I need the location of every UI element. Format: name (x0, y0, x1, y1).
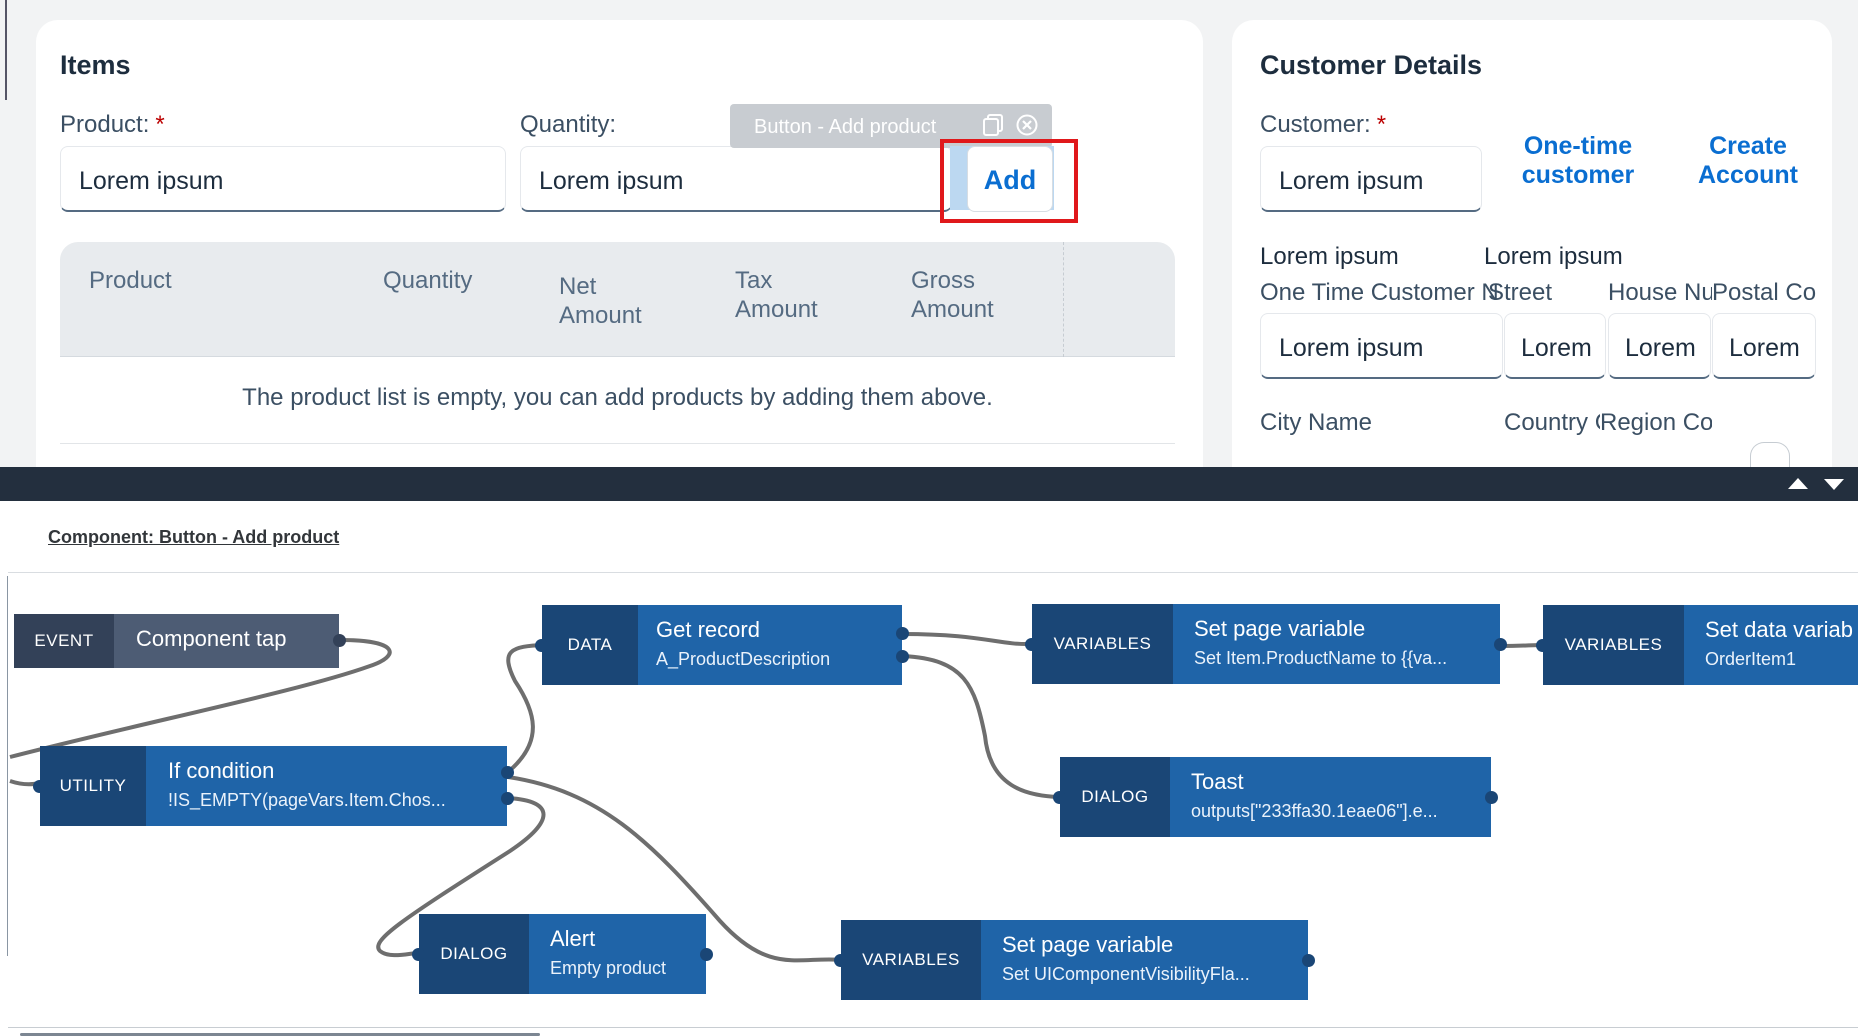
node-input-port[interactable] (834, 954, 847, 967)
node-subtitle: Empty product (550, 958, 667, 978)
customer-text-1: Lorem ipsum (1260, 243, 1399, 270)
event-node-component-tap[interactable]: EVENT Component tap (14, 614, 346, 668)
customer-text-2: Lorem ipsum (1484, 243, 1623, 270)
one-time-customer-name-input[interactable]: Lorem ipsum (1260, 313, 1503, 379)
logic-bottom-separator (8, 1027, 1858, 1028)
node-output-port[interactable] (700, 948, 713, 961)
wire-if-to-getrecord (506, 643, 546, 774)
node-title: Set data variab (1705, 617, 1853, 642)
required-mark: * (155, 111, 165, 138)
country-code-label: Country C (1504, 409, 1600, 436)
node-category: UTILITY (40, 746, 146, 826)
house-number-input[interactable]: Lorem (1608, 313, 1711, 379)
quantity-label: Quantity: (520, 111, 617, 138)
node-input-port[interactable] (535, 639, 548, 652)
node-output-port[interactable] (501, 792, 514, 805)
product-table-header: Product Quantity Net Amount Tax Amount G… (60, 242, 1175, 357)
data-node-get-record[interactable]: DATA Get record A_ProductDescription (535, 605, 909, 685)
product-label-text: Product: (60, 111, 150, 138)
node-title: Get record (656, 617, 760, 642)
node-output-port[interactable] (501, 766, 514, 779)
street-label: Street (1488, 279, 1553, 306)
street-input[interactable]: Lorem (1504, 313, 1606, 379)
table-row-separator (60, 443, 1175, 444)
col-gross-amount: Gross Amount (911, 267, 994, 323)
postal-code-label: Postal Co (1712, 279, 1816, 306)
node-subtitle: A_ProductDescription (656, 649, 831, 669)
quantity-input[interactable]: Lorem ipsum (520, 146, 952, 212)
logic-editor-panel: Component: Button - Add product EVENT Co… (0, 501, 1858, 1036)
node-category: VARIABLES (1032, 604, 1173, 684)
node-category: DIALOG (419, 914, 529, 994)
arrow-up-icon[interactable] (1788, 478, 1808, 489)
node-title: Alert (550, 926, 596, 951)
copy-icon[interactable] (982, 114, 1006, 136)
node-category: EVENT (14, 614, 114, 668)
product-label: Product: * (60, 111, 165, 139)
node-subtitle: Set Item.ProductName to {{va... (1194, 648, 1448, 668)
close-circle-icon[interactable] (1016, 114, 1038, 136)
city-name-label: City Name (1260, 409, 1373, 436)
col-net-amount: Net Amount (559, 273, 642, 329)
col-product: Product (89, 267, 172, 294)
node-output-port[interactable] (1485, 791, 1498, 804)
create-account-link[interactable]: Create Account (1680, 132, 1816, 190)
node-input-port[interactable] (1536, 639, 1549, 652)
node-subtitle: !IS_EMPTY(pageVars.Item.Chos... (168, 790, 446, 810)
value-help-button[interactable] (1750, 442, 1790, 467)
arrow-down-icon[interactable] (1824, 479, 1844, 490)
node-category: VARIABLES (1543, 605, 1684, 685)
node-title: Toast (1191, 769, 1244, 794)
col-actions (1063, 242, 1175, 357)
customer-input[interactable]: Lorem ipsum (1260, 146, 1482, 212)
items-title: Items (60, 50, 131, 80)
node-output-port[interactable] (1494, 638, 1507, 651)
node-output-port[interactable] (896, 650, 909, 663)
node-input-port[interactable] (1053, 791, 1066, 804)
node-category: DATA (542, 605, 638, 685)
col-tax-amount: Tax Amount (735, 267, 818, 323)
node-title: Component tap (136, 626, 287, 651)
one-time-customer-link[interactable]: One-time customer (1508, 132, 1648, 190)
product-input[interactable]: Lorem ipsum (60, 146, 506, 212)
variables-node-set-visibility-variable[interactable]: VARIABLES Set page variable Set UICompon… (834, 920, 1315, 1000)
node-input-port[interactable] (33, 780, 46, 793)
customer-details-title: Customer Details (1260, 50, 1483, 80)
node-subtitle: OrderItem1 (1705, 649, 1797, 669)
app-canvas: Items Product: * Lorem ipsum Quantity: Lo… (0, 0, 1858, 467)
variables-node-set-page-variable[interactable]: VARIABLES Set page variable Set Item.Pro… (1025, 604, 1507, 684)
node-output-port[interactable] (333, 634, 346, 647)
node-subtitle: outputs["233ffa30.1eae06"].e... (1191, 801, 1438, 821)
node-output-port[interactable] (896, 627, 909, 640)
node-title: If condition (168, 758, 275, 783)
wire-getrecord-to-setvar1 (902, 632, 1031, 647)
empty-table-message: The product list is empty, you can add p… (242, 384, 993, 411)
customer-label-text: Customer: (1260, 111, 1371, 138)
col-quantity: Quantity (383, 267, 473, 294)
node-category: VARIABLES (841, 920, 981, 1000)
node-input-port[interactable] (1025, 638, 1038, 651)
node-category: DIALOG (1060, 757, 1170, 837)
house-number-label: House Nu (1608, 279, 1712, 306)
region-code-label: Region Co (1600, 409, 1712, 436)
one-time-customer-name-label: One Time Customer N (1260, 279, 1499, 306)
dialog-node-alert[interactable]: DIALOG Alert Empty product (412, 914, 713, 994)
variables-node-set-data-variable[interactable]: VARIABLES Set data variab OrderItem1 (1536, 605, 1858, 685)
component-badge-label: Button - Add product (754, 116, 937, 138)
required-mark: * (1376, 111, 1387, 138)
utility-node-if-condition[interactable]: UTILITY If condition !IS_EMPTY(pageVars.… (33, 746, 514, 826)
postal-code-input[interactable]: Lorem (1712, 313, 1816, 379)
canvas-edge (5, 0, 7, 100)
customer-label: Customer: * (1260, 111, 1386, 139)
node-subtitle: Set UIComponentVisibilityFla... (1002, 964, 1250, 984)
node-title: Set page variable (1002, 932, 1174, 957)
panel-splitter[interactable] (0, 467, 1858, 501)
node-input-port[interactable] (412, 948, 425, 961)
selection-outline (940, 139, 1078, 223)
node-output-port[interactable] (1302, 954, 1315, 967)
node-title: Set page variable (1194, 616, 1366, 641)
dialog-node-toast[interactable]: DIALOG Toast outputs["233ffa30.1eae06"].… (1053, 757, 1498, 837)
